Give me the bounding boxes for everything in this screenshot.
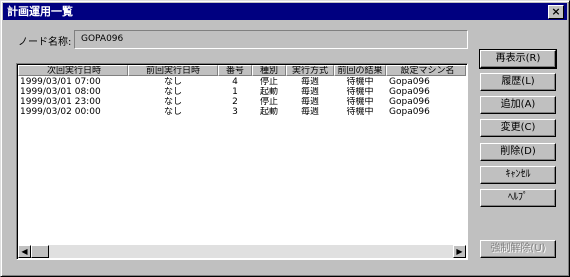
table-row[interactable]: 1999/03/01 23:00 なし 2 停止 毎週 待機中 Gopa096: [18, 97, 466, 107]
cell-machine: Gopa096: [389, 77, 430, 87]
cell-method: 毎週: [300, 107, 319, 117]
column-header-method[interactable]: 実行方式: [286, 65, 334, 76]
cell-machine: Gopa096: [389, 107, 430, 117]
cell-last-result: 待機中: [346, 107, 374, 117]
cell-next-run: 1999/03/02 00:00: [20, 107, 101, 117]
refresh-button[interactable]: 再表示(R): [479, 49, 557, 69]
cell-last-run: なし: [163, 97, 182, 107]
column-header-last-run[interactable]: 前回実行日時: [128, 65, 218, 76]
arrow-left-icon: ◀: [21, 247, 28, 256]
title-bar: 計画運用一覧: [3, 3, 567, 20]
history-button[interactable]: 履歴(L): [480, 73, 556, 91]
scroll-thumb[interactable]: [31, 245, 49, 258]
cell-method: 毎週: [300, 87, 319, 97]
node-name-label: ノード名称:: [18, 37, 72, 48]
cell-method: 毎週: [300, 97, 319, 107]
node-name-field: GOPA096: [74, 30, 468, 49]
cell-last-run: なし: [163, 107, 182, 117]
window-title: 計画運用一覧: [7, 5, 73, 18]
column-header-next-run[interactable]: 次回実行日時: [18, 65, 128, 76]
cell-next-run: 1999/03/01 08:00: [20, 87, 101, 97]
cell-last-run: なし: [163, 77, 182, 87]
close-icon: ×: [551, 5, 561, 18]
modify-button[interactable]: 変更(C): [480, 119, 556, 137]
table-row[interactable]: 1999/03/01 07:00 なし 4 停止 毎週 待機中 Gopa096: [18, 77, 466, 87]
cell-machine: Gopa096: [389, 87, 430, 97]
horizontal-scrollbar[interactable]: ◀ ▶: [18, 245, 466, 258]
list-header: 次回実行日時 前回実行日時 番号 種別 実行方式 前回の結果 設定マシン名: [18, 65, 466, 76]
cell-type: 停止: [259, 77, 278, 87]
cell-last-result: 待機中: [346, 77, 374, 87]
cell-type: 起動: [259, 107, 278, 117]
cell-method: 毎週: [300, 77, 319, 87]
column-header-last-result[interactable]: 前回の結果: [334, 65, 386, 76]
column-header-number[interactable]: 番号: [218, 65, 252, 76]
cell-machine: Gopa096: [389, 97, 430, 107]
cell-next-run: 1999/03/01 07:00: [20, 77, 101, 87]
table-row[interactable]: 1999/03/02 00:00 なし 3 起動 毎週 待機中 Gopa096: [18, 107, 466, 117]
arrow-right-icon: ▶: [456, 247, 463, 256]
cell-number: 4: [232, 77, 238, 87]
cell-next-run: 1999/03/01 23:00: [20, 97, 101, 107]
column-header-type[interactable]: 種別: [252, 65, 286, 76]
help-button[interactable]: ﾍﾙﾌﾟ: [480, 189, 556, 207]
add-button[interactable]: 追加(A): [480, 96, 556, 114]
cell-last-result: 待機中: [346, 87, 374, 97]
force-release-button: 強制解除(U): [480, 240, 556, 258]
cell-number: 1: [232, 87, 238, 97]
delete-button[interactable]: 削除(D): [480, 143, 556, 161]
cell-last-result: 待機中: [346, 97, 374, 107]
table-row[interactable]: 1999/03/01 08:00 なし 1 起動 毎週 待機中 Gopa096: [18, 87, 466, 97]
scroll-right-button[interactable]: ▶: [453, 245, 466, 258]
cell-number: 3: [232, 107, 238, 117]
cell-number: 2: [232, 97, 238, 107]
column-header-machine[interactable]: 設定マシン名: [386, 65, 466, 76]
cell-last-run: なし: [163, 87, 182, 97]
close-button[interactable]: ×: [548, 5, 564, 19]
cell-type: 停止: [259, 97, 278, 107]
cancel-button[interactable]: ｷｬﾝｾﾙ: [480, 166, 556, 184]
cell-type: 起動: [259, 87, 278, 97]
scroll-left-button[interactable]: ◀: [18, 245, 31, 258]
